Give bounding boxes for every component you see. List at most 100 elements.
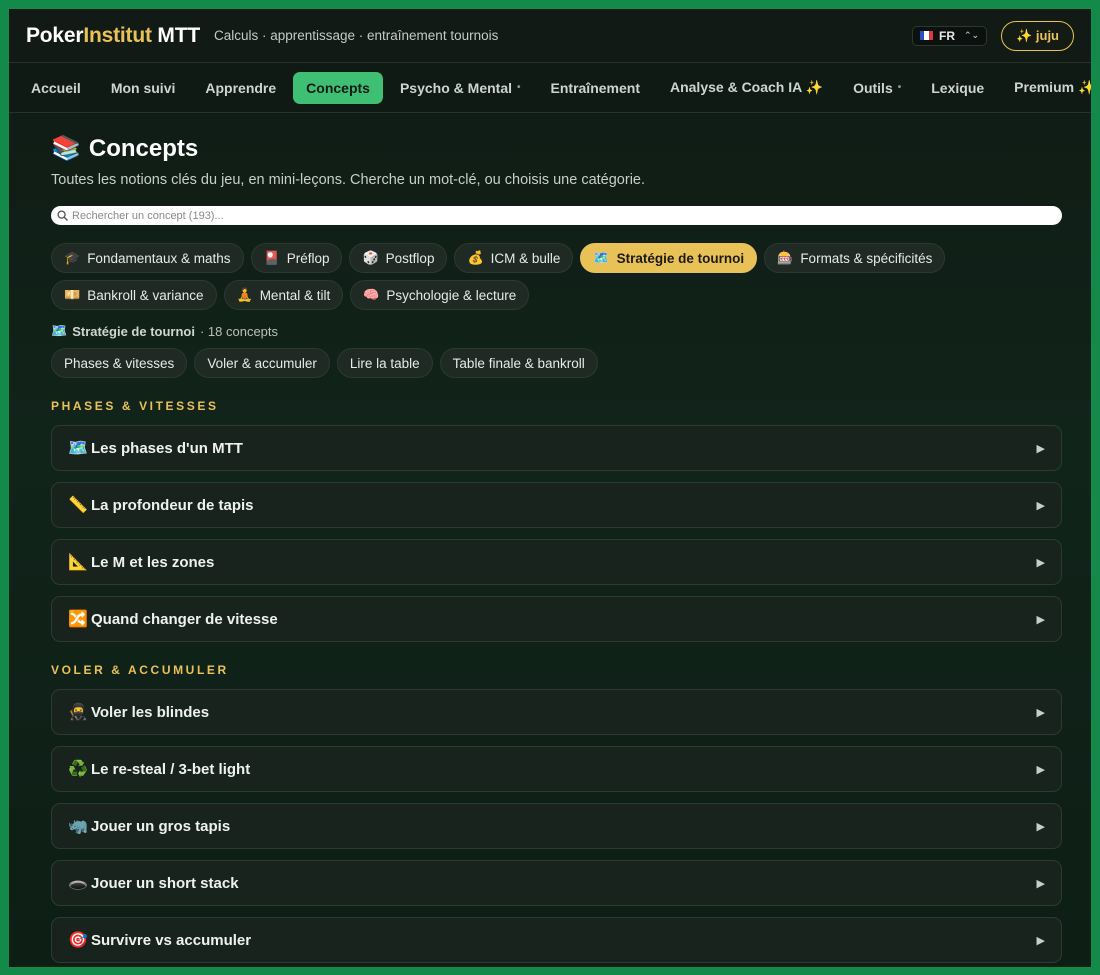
category-chip-fondamentaux-maths[interactable]: 🎓 Fondamentaux & maths xyxy=(51,243,244,273)
nav-item-label: Mon suivi xyxy=(110,79,176,96)
subcategory-chip-lire-la-table[interactable]: Lire la table xyxy=(336,348,433,378)
subcategory-chip-table-finale-bankroll[interactable]: Table finale & bankroll xyxy=(439,348,598,378)
section-title: Voler & accumuler xyxy=(51,663,229,677)
concept-title: Jouer un short stack xyxy=(91,874,239,892)
category-chip-label: Fondamentaux & maths xyxy=(87,250,231,266)
concept-card[interactable]: 📐 Le M et les zones ▶ xyxy=(51,539,1062,585)
nav-item-label: Premium ✨ xyxy=(1014,79,1091,95)
brand-part-3: MTT xyxy=(151,23,200,47)
category-chip-postflop[interactable]: 🎲 Postflop xyxy=(349,243,448,273)
category-chip-preflop[interactable]: 🎴 Préflop xyxy=(250,243,343,273)
concept-emoji-icon: 🎯 xyxy=(68,932,88,949)
category-emoji-icon: 🎴 xyxy=(263,250,280,265)
concept-title: Les phases d'un MTT xyxy=(91,439,243,457)
concept-emoji-icon: 🕳️ xyxy=(68,875,88,892)
current-category-name: Stratégie de tournoi xyxy=(72,323,195,339)
category-chip-psychologie-lecture[interactable]: 🧠 Psychologie & lecture xyxy=(350,280,530,310)
category-chip-formats-specificites[interactable]: 🎰 Formats & spécificités xyxy=(764,243,946,273)
tagline: Calculs · apprentissage · entraînement t… xyxy=(213,28,499,43)
books-icon: 📚 xyxy=(51,135,81,162)
nav-item-label: Entraînement xyxy=(550,79,640,96)
nav-item-label: Concepts xyxy=(306,79,370,96)
nav-item-premium[interactable]: Premium ✨ xyxy=(1001,72,1091,104)
concept-title: Survivre vs accumuler xyxy=(91,931,252,949)
category-emoji-icon: 🎰 xyxy=(777,250,794,265)
category-chip-label: Postflop xyxy=(385,250,435,266)
page-title-text: Concepts xyxy=(88,134,199,162)
concept-emoji-icon: 🔀 xyxy=(68,611,88,628)
nav-item-entrainement[interactable]: Entraînement xyxy=(538,72,653,104)
concept-emoji-icon: 📏 xyxy=(68,497,88,514)
nav-item-analyse-coach-ia[interactable]: Analyse & Coach IA ✨ xyxy=(657,72,836,104)
map-icon: 🗺️ xyxy=(51,323,68,338)
concept-card[interactable]: ♻️ Le re-steal / 3-bet light ▶ xyxy=(51,746,1062,792)
language-selector[interactable]: FR ⌃⌄ xyxy=(912,25,988,46)
concept-card[interactable]: 📏 La profondeur de tapis ▶ xyxy=(51,482,1062,528)
expand-arrow-icon[interactable]: ▶ xyxy=(1037,820,1045,833)
brand-logo[interactable]: PokerInstitut MTT xyxy=(26,24,200,48)
category-chip-label: Stratégie de tournoi xyxy=(616,250,745,266)
concept-card[interactable]: 🔀 Quand changer de vitesse ▶ xyxy=(51,596,1062,642)
page-title: 📚 Concepts xyxy=(51,134,1062,163)
expand-arrow-icon[interactable]: ▶ xyxy=(1037,499,1045,512)
expand-arrow-icon[interactable]: ▶ xyxy=(1037,556,1045,569)
subcategory-chip-phases-vitesses[interactable]: Phases & vitesses xyxy=(51,348,188,378)
category-emoji-icon: 🎲 xyxy=(362,250,379,265)
app-window: PokerInstitut MTT Calculs · apprentissag… xyxy=(9,9,1091,967)
expand-arrow-icon[interactable]: ▶ xyxy=(1037,877,1045,890)
nav-item-accueil[interactable]: Accueil xyxy=(18,72,94,104)
nav-item-lexique[interactable]: Lexique xyxy=(918,72,997,104)
search-icon xyxy=(57,210,68,221)
concept-card[interactable]: 🗺️ Les phases d'un MTT ▶ xyxy=(51,425,1062,471)
nav-item-outils[interactable]: Outils • xyxy=(840,72,914,104)
category-chip-label: Formats & spécificités xyxy=(800,250,933,266)
expand-arrow-icon[interactable]: ▶ xyxy=(1037,613,1045,626)
main-nav: Accueil Mon suivi Apprendre Concepts Psycho … xyxy=(9,63,1091,113)
concept-card[interactable]: 🦏 Jouer un gros tapis ▶ xyxy=(51,803,1062,849)
search-bar[interactable] xyxy=(51,206,1062,225)
category-chip-label: Mental & tilt xyxy=(259,287,331,303)
expand-arrow-icon[interactable]: ▶ xyxy=(1037,934,1045,947)
main-content: 📚 Concepts Toutes les notions clés du je… xyxy=(9,134,1091,963)
category-chip-strategie-de-tournoi[interactable]: 🗺️ Stratégie de tournoi xyxy=(580,243,758,273)
dropdown-dot-icon: • xyxy=(517,82,521,93)
category-chip-mental-tilt[interactable]: 🧘 Mental & tilt xyxy=(223,280,344,310)
concept-title: Quand changer de vitesse xyxy=(91,610,278,628)
nav-item-mon-suivi[interactable]: Mon suivi xyxy=(98,72,189,104)
nav-item-label: Analyse & Coach IA ✨ xyxy=(669,79,824,95)
concept-emoji-icon: 🦏 xyxy=(68,818,88,835)
category-emoji-icon: 💴 xyxy=(64,287,81,302)
concept-sections: Phases & vitesses 🗺️ Les phases d'un MTT ▶ 📏… xyxy=(51,399,1062,963)
nav-item-concepts[interactable]: Concepts xyxy=(293,71,383,104)
expand-arrow-icon[interactable]: ▶ xyxy=(1037,763,1045,776)
updown-chevron-icon: ⌃⌄ xyxy=(964,30,980,40)
expand-arrow-icon[interactable]: ▶ xyxy=(1037,442,1045,455)
nav-item-label: Psycho & Mental xyxy=(399,79,512,96)
nav-item-label: Accueil xyxy=(31,79,81,96)
category-chip-bankroll-variance[interactable]: 💴 Bankroll & variance xyxy=(51,280,217,310)
category-chip-label: Préflop xyxy=(286,250,330,266)
concept-card[interactable]: 🎯 Survivre vs accumuler ▶ xyxy=(51,917,1062,963)
concept-title: Voler les blindes xyxy=(91,703,210,721)
concept-title: Jouer un gros tapis xyxy=(91,817,231,835)
category-emoji-icon: 🎓 xyxy=(64,250,81,265)
nav-item-apprendre[interactable]: Apprendre xyxy=(192,72,289,104)
expand-arrow-icon[interactable]: ▶ xyxy=(1037,706,1045,719)
concept-emoji-icon: ♻️ xyxy=(68,761,88,778)
concept-title: Le re-steal / 3-bet light xyxy=(91,760,251,778)
brand-part-2: Institut xyxy=(83,23,152,47)
category-chip-icm-bulle[interactable]: 💰 ICM & bulle xyxy=(454,243,574,273)
concept-card[interactable]: 🥷 Voler les blindes ▶ xyxy=(51,689,1062,735)
category-chips: 🎓 Fondamentaux & maths 🎴 Préflop 🎲 Postflop 💰 I… xyxy=(51,243,1062,310)
nav-item-label: Lexique xyxy=(931,79,985,96)
subcategory-chips: Phases & vitesses Voler & accumuler Lire l… xyxy=(51,348,1062,378)
subcategory-chip-voler-accumuler[interactable]: Voler & accumuler xyxy=(194,348,330,378)
nav-item-label: Apprendre xyxy=(205,79,277,96)
user-account-button[interactable]: ✨ juju xyxy=(1001,20,1074,51)
current-category-line: 🗺️ Stratégie de tournoi · 18 concepts xyxy=(51,323,1062,339)
nav-item-psycho-mental[interactable]: Psycho & Mental • xyxy=(387,72,534,104)
category-emoji-icon: 💰 xyxy=(467,250,484,265)
concept-card[interactable]: 🕳️ Jouer un short stack ▶ xyxy=(51,860,1062,906)
search-input[interactable] xyxy=(72,209,1056,222)
concept-emoji-icon: 🗺️ xyxy=(68,440,88,457)
